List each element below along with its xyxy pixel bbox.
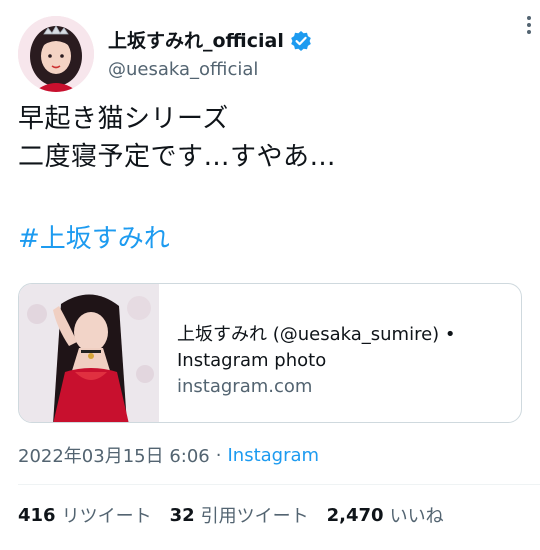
hashtag-link[interactable]: #上坂すみれ: [18, 220, 170, 258]
tweet-meta: 2022年03月15日 6:06 · Instagram: [18, 442, 319, 468]
more-options-icon[interactable]: [524, 14, 534, 36]
display-name[interactable]: 上坂すみれ_official: [108, 29, 284, 53]
name-row: 上坂すみれ_official: [108, 29, 312, 53]
like-label: いいね: [389, 506, 444, 527]
retweet-label: リツイート: [61, 506, 152, 527]
like-count: 2,470: [326, 504, 384, 526]
quote-tweet-label: 引用ツイート: [200, 506, 309, 527]
tweet-stats: 416 リツイート 32 引用ツイート 2,470 いいね: [18, 502, 444, 528]
source-link[interactable]: Instagram: [228, 445, 320, 466]
card-title-line-1: 上坂すみれ (@uesaka_sumire) •: [177, 324, 456, 345]
retweet-count: 416: [18, 504, 56, 526]
meta-separator: ·: [215, 444, 222, 466]
quote-tweet-count: 32: [169, 504, 195, 526]
tweet-text-line-2: 二度寝予定です…すやあ…: [18, 142, 337, 172]
tweet-text-line-1: 早起き猫シリーズ: [18, 104, 229, 134]
quote-tweet-stat[interactable]: 32 引用ツイート: [170, 502, 309, 528]
retweet-stat[interactable]: 416 リツイート: [18, 502, 152, 528]
tweet-text: 早起き猫シリーズ 二度寝予定です…すやあ…: [18, 100, 518, 176]
author-names: 上坂すみれ_official @uesaka_official: [108, 29, 312, 80]
card-domain: instagram.com: [177, 376, 313, 397]
verified-badge-icon: [290, 30, 312, 52]
card-thumbnail: [19, 284, 159, 422]
link-card[interactable]: 上坂すみれ (@uesaka_sumire) • Instagram photo…: [18, 283, 522, 423]
author-handle[interactable]: @uesaka_official: [108, 59, 312, 80]
avatar[interactable]: [18, 16, 94, 92]
card-title-line-2: Instagram photo: [177, 350, 327, 371]
timestamp[interactable]: 2022年03月15日 6:06: [18, 442, 210, 468]
card-text: 上坂すみれ (@uesaka_sumire) • Instagram photo…: [159, 284, 474, 422]
divider: [18, 484, 540, 485]
like-stat[interactable]: 2,470 いいね: [327, 502, 444, 528]
tweet: 上坂すみれ_official @uesaka_official 早起き猫シリーズ…: [0, 0, 540, 550]
tweet-header: 上坂すみれ_official @uesaka_official: [18, 14, 522, 94]
